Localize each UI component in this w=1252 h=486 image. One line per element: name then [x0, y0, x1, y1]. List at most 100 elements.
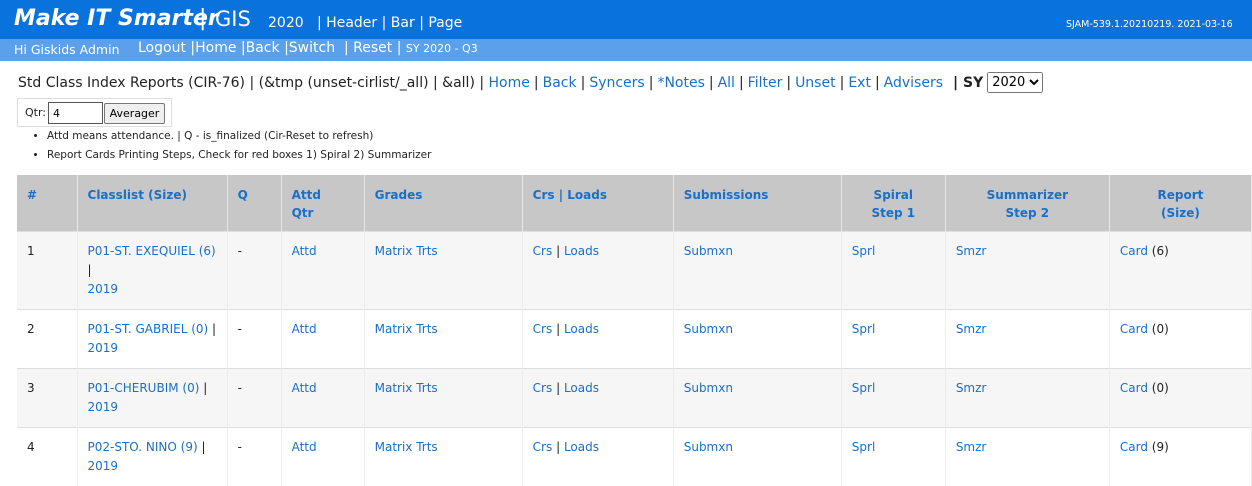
home-link[interactable]: Home — [195, 40, 236, 56]
bar-link[interactable]: Bar — [391, 15, 415, 31]
col-header-num: # — [17, 175, 78, 231]
spiral-cell: Sprl — [841, 230, 946, 309]
grades-cell: Matrix Trts — [364, 367, 523, 427]
crs-link[interactable]: Crs — [533, 244, 553, 258]
table-row: 1 P01-ST. EXEQUIEL (6) | 2019- Attd Matrix T… — [17, 230, 1252, 309]
matrix-trts-link[interactable]: Matrix Trts — [375, 381, 438, 395]
submissions-cell: Submxn — [673, 308, 842, 368]
submxn-link[interactable]: Submxn — [684, 381, 733, 395]
reset-link[interactable]: Reset — [353, 40, 392, 56]
col-header-crs-loads: Crs | Loads — [522, 175, 674, 231]
advisers-link[interactable]: Advisers — [884, 75, 943, 91]
all-link[interactable]: All — [718, 75, 735, 91]
report-back-link[interactable]: Back — [543, 75, 577, 91]
grades-cell: Matrix Trts — [364, 230, 523, 309]
smzr-link[interactable]: Smzr — [956, 322, 987, 336]
crs-link[interactable]: Crs — [533, 440, 553, 454]
classlist-year-link[interactable]: 2019 — [88, 282, 119, 296]
sprl-link[interactable]: Sprl — [852, 322, 876, 336]
summarizer-cell: Smzr — [945, 367, 1110, 427]
notes-link[interactable]: *Notes — [657, 75, 704, 91]
sprl-link[interactable]: Sprl — [852, 440, 876, 454]
submxn-link[interactable]: Submxn — [684, 440, 733, 454]
gis-label: GIS — [215, 7, 251, 31]
crs-link[interactable]: Crs — [533, 322, 553, 336]
attd-link[interactable]: Attd — [292, 440, 317, 454]
attd-cell: Attd — [281, 367, 365, 427]
col-header-grades: Grades — [364, 175, 523, 231]
table-row: 4 P02-STO. NINO (9) | 2019- Attd Matrix Trts… — [17, 426, 1252, 486]
attd-link[interactable]: Attd — [292, 244, 317, 258]
classlist-link[interactable]: P02-STO. NINO (9) — [88, 440, 198, 454]
note-item: Attd means attendance. | Q - is_finalize… — [47, 129, 431, 148]
classlist-link[interactable]: P01-CHERUBIM (0) — [88, 381, 200, 395]
spiral-cell: Sprl — [841, 308, 946, 368]
syncers-link[interactable]: Syncers — [589, 75, 644, 91]
summarizer-cell: Smzr — [945, 308, 1110, 368]
classlist-year-link[interactable]: 2019 — [88, 400, 119, 414]
q-cell: - — [227, 230, 282, 309]
table-body: 1 P01-ST. EXEQUIEL (6) | 2019- Attd Matrix T… — [17, 230, 1252, 486]
report-cell: Card (9) — [1109, 426, 1252, 486]
switch-link[interactable]: Switch — [289, 40, 335, 56]
classlist-year-link[interactable]: 2019 — [88, 341, 119, 355]
classlist-link[interactable]: P01-ST. GABRIEL (0) — [88, 322, 209, 336]
filter-link[interactable]: Filter — [748, 75, 783, 91]
card-link[interactable]: Card — [1120, 381, 1148, 395]
sub-nav: Logout |Home |Back |Switch | Reset | SY … — [138, 40, 478, 56]
table-row: 2 P01-ST. GABRIEL (0) | 2019- Attd Matrix Tr… — [17, 308, 1252, 368]
col-header-submissions: Submissions — [673, 175, 842, 231]
attd-link[interactable]: Attd — [292, 322, 317, 336]
header-link[interactable]: Header — [326, 15, 377, 31]
grades-cell: Matrix Trts — [364, 308, 523, 368]
card-link[interactable]: Card — [1120, 322, 1148, 336]
loads-link[interactable]: Loads — [564, 322, 599, 336]
matrix-trts-link[interactable]: Matrix Trts — [375, 322, 438, 336]
submissions-cell: Submxn — [673, 426, 842, 486]
q-cell: - — [227, 308, 282, 368]
loads-link[interactable]: Loads — [564, 381, 599, 395]
unset-link[interactable]: Unset — [795, 75, 836, 91]
smzr-link[interactable]: Smzr — [956, 440, 987, 454]
sub-nav-bar: Hi Giskids Admin Logout |Home |Back |Swi… — [0, 39, 1252, 61]
page-link[interactable]: Page — [428, 15, 462, 31]
school-year-tag: SY 2020 - Q3 — [405, 42, 478, 55]
sprl-link[interactable]: Sprl — [852, 244, 876, 258]
card-size: (0) — [1151, 380, 1169, 395]
card-link[interactable]: Card — [1120, 244, 1148, 258]
crs-loads-cell: Crs | Loads — [522, 230, 674, 309]
classlist-link[interactable]: P01-ST. EXEQUIEL (6) — [88, 244, 216, 258]
note-item: Report Cards Printing Steps, Check for r… — [47, 148, 431, 167]
report-home-link[interactable]: Home — [489, 75, 530, 91]
crs-loads-cell: Crs | Loads — [522, 426, 674, 486]
crs-link[interactable]: Crs — [533, 381, 553, 395]
card-link[interactable]: Card — [1120, 440, 1148, 454]
classlist-cell: P02-STO. NINO (9) | 2019 — [77, 426, 228, 486]
matrix-trts-link[interactable]: Matrix Trts — [375, 440, 438, 454]
sprl-link[interactable]: Sprl — [852, 381, 876, 395]
submxn-link[interactable]: Submxn — [684, 322, 733, 336]
card-size: (0) — [1151, 321, 1169, 336]
col-header-spiral: Spiral Step 1 — [841, 175, 946, 231]
matrix-trts-link[interactable]: Matrix Trts — [375, 244, 438, 258]
col-header-attd: Attd Qtr — [281, 175, 365, 231]
smzr-link[interactable]: Smzr — [956, 381, 987, 395]
school-year-select[interactable]: 2020 — [987, 72, 1044, 93]
ext-link[interactable]: Ext — [848, 75, 871, 91]
logout-link[interactable]: Logout — [138, 40, 186, 56]
report-cell: Card (0) — [1109, 367, 1252, 427]
attd-link[interactable]: Attd — [292, 381, 317, 395]
smzr-link[interactable]: Smzr — [956, 244, 987, 258]
loads-link[interactable]: Loads — [564, 244, 599, 258]
submxn-link[interactable]: Submxn — [684, 244, 733, 258]
back-link[interactable]: Back — [246, 40, 280, 56]
report-header-line: Std Class Index Reports (CIR-76) | (&tmp… — [18, 72, 1044, 93]
summarizer-cell: Smzr — [945, 230, 1110, 309]
classlist-year-link[interactable]: 2019 — [88, 459, 119, 473]
grades-cell: Matrix Trts — [364, 426, 523, 486]
averager-button[interactable]: Averager — [104, 103, 165, 124]
notes-list: Attd means attendance. | Q - is_finalize… — [47, 129, 431, 167]
report-cell: Card (0) — [1109, 308, 1252, 368]
quarter-input[interactable] — [48, 102, 103, 124]
loads-link[interactable]: Loads — [564, 440, 599, 454]
